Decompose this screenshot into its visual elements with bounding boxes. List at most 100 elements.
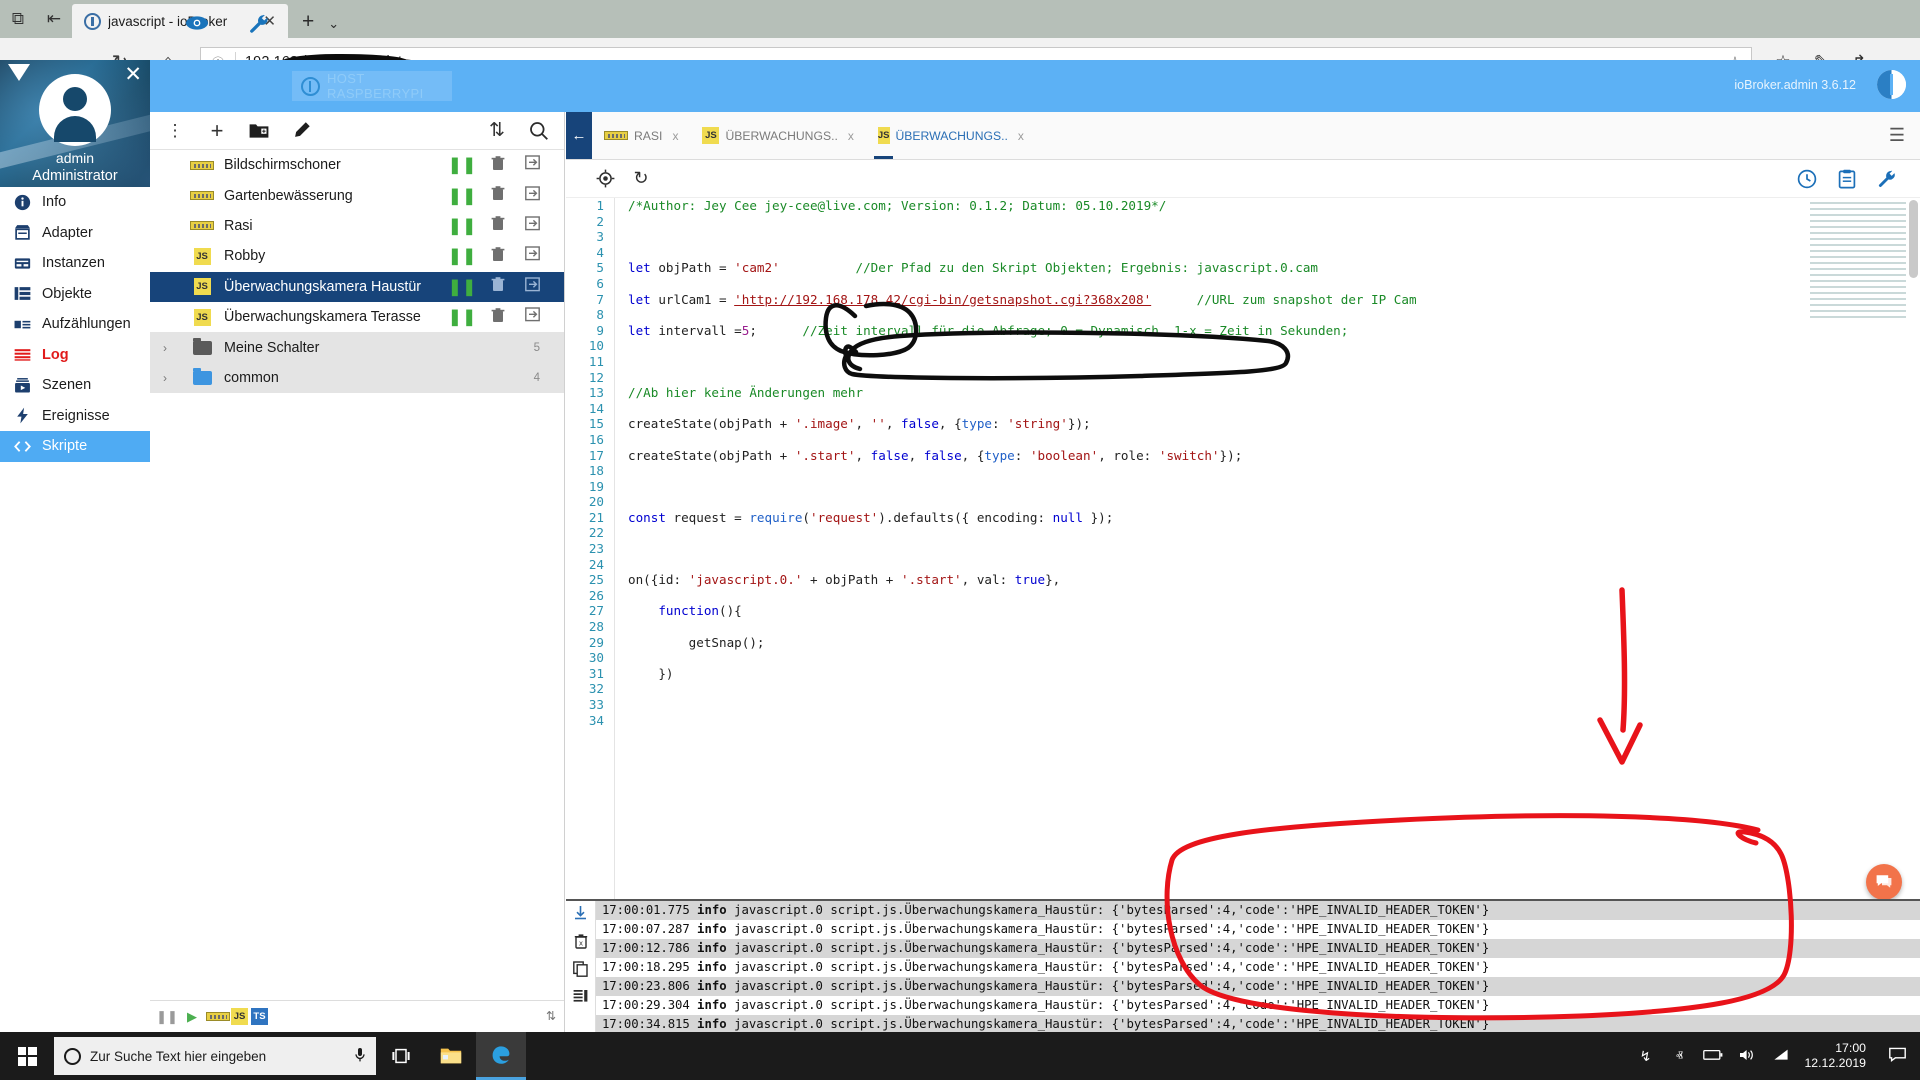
code-line[interactable]: 23	[566, 541, 1920, 557]
code-line[interactable]: 25 on({id: 'javascript.0.' + objPath + '.…	[566, 572, 1920, 588]
delete-icon[interactable]	[480, 246, 515, 267]
js-filter-icon[interactable]: JS	[231, 1008, 248, 1025]
code-line[interactable]: 24	[566, 557, 1920, 573]
taskbar-clock[interactable]: 17:00 12.12.2019	[1798, 1041, 1878, 1071]
code-line[interactable]: 15 createState(objPath + '.image', '', fa…	[566, 416, 1920, 432]
clock-icon[interactable]	[1792, 164, 1822, 194]
code-line[interactable]: 17 createState(objPath + '.start', false,…	[566, 448, 1920, 464]
sidebar-item-instanzen[interactable]: Instanzen	[0, 248, 150, 279]
code-line[interactable]: 29 getSnap();	[566, 635, 1920, 651]
download-icon[interactable]	[573, 905, 588, 924]
network-icon[interactable]	[1764, 1048, 1798, 1065]
copy-icon[interactable]	[573, 961, 588, 980]
log-row[interactable]: 17:00:07.287 info javascript.0 script.js…	[596, 920, 1920, 939]
expand-collapse-icon[interactable]: ⇅	[546, 1010, 564, 1022]
list-item[interactable]: Gartenbewässerung ❚❚	[150, 180, 564, 210]
code-line[interactable]: 4	[566, 245, 1920, 261]
code-line[interactable]: 21 const request = require('request').def…	[566, 510, 1920, 526]
editor-tab-active[interactable]: JS ÜBERWACHUNGS.. x	[866, 112, 1024, 159]
sidebar-item-ereignisse[interactable]: Ereignisse	[0, 401, 150, 432]
sort-icon[interactable]: ⇅	[478, 112, 516, 150]
triangle-down-icon[interactable]	[8, 64, 30, 81]
delete-icon[interactable]	[480, 307, 515, 328]
wrench-icon[interactable]	[1872, 164, 1902, 194]
code-line[interactable]: 8	[566, 307, 1920, 323]
close-icon[interactable]: x	[844, 129, 854, 143]
code-line[interactable]: 28	[566, 619, 1920, 635]
code-line[interactable]: 3	[566, 229, 1920, 245]
code-line[interactable]: 9 let intervall =5; //Zeit intervall für …	[566, 323, 1920, 339]
sidebar-item-aufzaehlungen[interactable]: Aufzählungen	[0, 309, 150, 340]
log-rows[interactable]: 17:00:01.775 info javascript.0 script.js…	[596, 901, 1920, 1032]
new-tab-button[interactable]: +	[288, 10, 326, 38]
code-line[interactable]: 13 //Ab hier keine Änderungen mehr	[566, 385, 1920, 401]
sidebar-item-skripte[interactable]: Skripte	[0, 431, 150, 462]
sidebar-item-info[interactable]: Info	[0, 187, 150, 218]
start-button[interactable]	[0, 1032, 54, 1080]
code-line[interactable]: 20	[566, 494, 1920, 510]
blockly-filter-icon[interactable]	[206, 1009, 230, 1024]
overflow-menu-icon[interactable]: ⋮	[156, 112, 194, 150]
code-line[interactable]: 10	[566, 338, 1920, 354]
close-icon[interactable]: x	[668, 129, 678, 143]
code-line[interactable]: 12	[566, 370, 1920, 386]
set-tabs-aside-icon[interactable]: ⇤	[36, 0, 72, 38]
script-list-rows[interactable]: Bildschirmschoner ❚❚ Gartenbewässerung ❚…	[150, 150, 564, 1000]
clipboard-icon[interactable]	[1832, 164, 1862, 194]
vertical-scrollbar[interactable]	[1909, 200, 1918, 278]
code-line[interactable]: 5 let objPath = 'cam2' //Der Pfad zu den …	[566, 260, 1920, 276]
folder-row[interactable]: › Meine Schalter 5	[150, 332, 564, 363]
code-line[interactable]: 30	[566, 650, 1920, 666]
log-row[interactable]: 17:00:29.304 info javascript.0 script.js…	[596, 996, 1920, 1015]
taskbar-search[interactable]: Zur Suche Text hier eingeben	[54, 1037, 376, 1075]
volume-icon[interactable]	[1730, 1048, 1764, 1065]
list-item[interactable]: JS Überwachungskamera Terasse ❚❚	[150, 302, 564, 332]
code-lines[interactable]: 1 /*Author: Jey Cee jey-cee@live.com; Ver…	[566, 198, 1920, 728]
microphone-icon[interactable]	[354, 1047, 366, 1066]
locate-icon[interactable]	[590, 164, 620, 194]
code-line[interactable]: 19	[566, 479, 1920, 495]
pause-icon[interactable]: ❚❚	[445, 186, 480, 206]
list-item[interactable]: Bildschirmschoner ❚❚	[150, 150, 564, 180]
code-line[interactable]: 33	[566, 697, 1920, 713]
code-line[interactable]: 2	[566, 214, 1920, 230]
delete-icon[interactable]	[480, 276, 515, 297]
list-item[interactable]: JS Robby ❚❚	[150, 241, 564, 271]
pen-tray-icon[interactable]: ↯	[1628, 1048, 1662, 1065]
clear-icon[interactable]: x	[574, 933, 588, 952]
delete-icon[interactable]	[480, 155, 515, 176]
code-line[interactable]: 6	[566, 276, 1920, 292]
layout-icon[interactable]	[573, 989, 588, 1007]
wrench-icon[interactable]	[248, 13, 270, 41]
list-item-selected[interactable]: JS Überwachungskamera Haustür ❚❚	[150, 271, 564, 302]
battery-icon[interactable]	[1696, 1048, 1730, 1064]
export-icon[interactable]	[515, 307, 550, 327]
code-line[interactable]: 1 /*Author: Jey Cee jey-cee@live.com; Ver…	[566, 198, 1920, 214]
avatar[interactable]	[39, 74, 111, 146]
code-line[interactable]: 31 })	[566, 666, 1920, 682]
sidebar-item-adapter[interactable]: Adapter	[0, 218, 150, 249]
log-row[interactable]: 17:00:01.775 info javascript.0 script.js…	[596, 901, 1920, 920]
file-explorer-icon[interactable]	[426, 1032, 476, 1080]
pause-icon[interactable]: ❚❚	[445, 155, 480, 175]
chevron-down-icon[interactable]: ⌄	[326, 16, 349, 38]
add-script-button[interactable]: +	[198, 112, 236, 150]
export-icon[interactable]	[515, 155, 550, 175]
search-icon[interactable]	[520, 112, 558, 150]
code-line[interactable]: 32	[566, 681, 1920, 697]
eye-icon[interactable]	[185, 13, 209, 37]
pencil-icon[interactable]	[282, 112, 320, 150]
pause-icon[interactable]: ❚❚	[445, 216, 480, 236]
code-line[interactable]: 18	[566, 463, 1920, 479]
export-icon[interactable]	[515, 185, 550, 206]
pause-icon[interactable]: ❚❚	[445, 277, 480, 297]
log-row[interactable]: 17:00:12.786 info javascript.0 script.js…	[596, 939, 1920, 958]
delete-icon[interactable]	[480, 185, 515, 206]
close-icon[interactable]: x	[1014, 129, 1024, 143]
export-icon[interactable]	[515, 216, 550, 236]
code-line[interactable]: 7 let urlCam1 = 'http://192.168.178.42/cg…	[566, 292, 1920, 308]
code-line[interactable]: 34	[566, 713, 1920, 729]
tab-preview-icon[interactable]: ⧉	[0, 0, 36, 38]
task-view-icon[interactable]	[376, 1032, 426, 1080]
code-line[interactable]: 11	[566, 354, 1920, 370]
